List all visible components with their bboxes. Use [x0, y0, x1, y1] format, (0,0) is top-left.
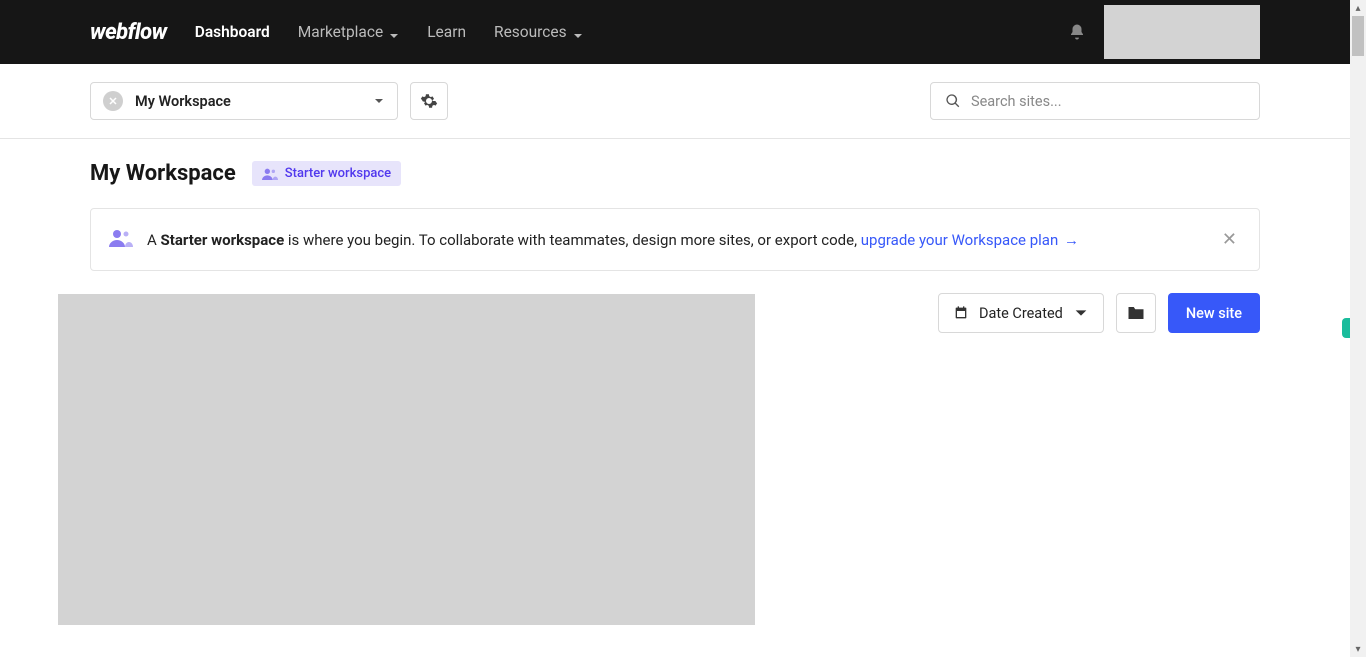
nav-learn-label: Learn [427, 23, 466, 41]
workspace-icon [103, 91, 123, 111]
new-folder-button[interactable] [1116, 293, 1156, 333]
search-icon [945, 93, 961, 109]
webflow-logo[interactable]: webflow [90, 20, 167, 45]
site-thumbnail-placeholder[interactable] [58, 294, 755, 625]
people-icon [109, 228, 133, 252]
badge-label: Starter workspace [285, 166, 391, 181]
arrow-right-icon: → [1064, 231, 1079, 249]
search-sites[interactable] [930, 82, 1260, 120]
people-icon [262, 168, 278, 180]
workspace-selector-label: My Workspace [135, 93, 231, 110]
account-menu[interactable] [1104, 5, 1260, 59]
chevron-down-icon [1073, 305, 1089, 321]
top-nav-right [1068, 5, 1260, 59]
scrollbar-thumb[interactable] [1352, 16, 1364, 56]
banner-prefix: A [147, 231, 161, 249]
help-tab[interactable] [1342, 318, 1350, 338]
toolbar-right: Date Created New site [938, 293, 1260, 333]
nav-marketplace[interactable]: Marketplace [298, 23, 399, 41]
new-site-button[interactable]: New site [1168, 293, 1260, 333]
banner-mid: is where you begin. To collaborate with … [284, 231, 861, 249]
title-row: My Workspace Starter workspace [90, 161, 1260, 186]
scrollbar-up-icon[interactable]: ▴ [1350, 0, 1366, 16]
nav-resources[interactable]: Resources [494, 23, 583, 41]
search-input[interactable] [971, 93, 1245, 110]
scrollbar-down-icon[interactable]: ▾ [1350, 641, 1366, 657]
calendar-icon [953, 305, 969, 321]
workspace-selector[interactable]: My Workspace [90, 82, 398, 120]
nav-links: Dashboard Marketplace Learn Resources [195, 23, 583, 41]
chevron-down-icon [573, 27, 583, 37]
upgrade-link[interactable]: upgrade your Workspace plan → [861, 231, 1079, 249]
workspace-bar-left: My Workspace [90, 82, 448, 120]
notifications-button[interactable] [1068, 23, 1086, 41]
sort-button[interactable]: Date Created [938, 293, 1104, 333]
top-nav-left: webflow Dashboard Marketplace Learn Reso… [90, 20, 583, 45]
banner-close-button[interactable]: ✕ [1218, 225, 1241, 254]
scrollbar[interactable]: ▴ ▾ [1350, 0, 1366, 657]
upgrade-link-text: upgrade your Workspace plan [861, 231, 1059, 249]
workspace-bar: My Workspace [0, 64, 1350, 139]
chevron-down-icon [389, 27, 399, 37]
workspace-settings-button[interactable] [410, 82, 448, 120]
nav-marketplace-label: Marketplace [298, 23, 383, 41]
banner-text: A Starter workspace is where you begin. … [147, 231, 1204, 249]
banner-strong: Starter workspace [161, 231, 285, 249]
workspace-plan-badge[interactable]: Starter workspace [252, 161, 401, 186]
top-nav: webflow Dashboard Marketplace Learn Reso… [0, 0, 1350, 64]
starter-banner: A Starter workspace is where you begin. … [90, 208, 1260, 271]
nav-dashboard-label: Dashboard [195, 23, 270, 41]
chevron-down-icon [373, 92, 385, 111]
workspace-selector-left: My Workspace [103, 91, 231, 111]
sort-label: Date Created [979, 305, 1063, 322]
nav-resources-label: Resources [494, 23, 567, 41]
nav-dashboard[interactable]: Dashboard [195, 23, 270, 41]
nav-learn[interactable]: Learn [427, 23, 466, 41]
page-title: My Workspace [90, 161, 236, 186]
